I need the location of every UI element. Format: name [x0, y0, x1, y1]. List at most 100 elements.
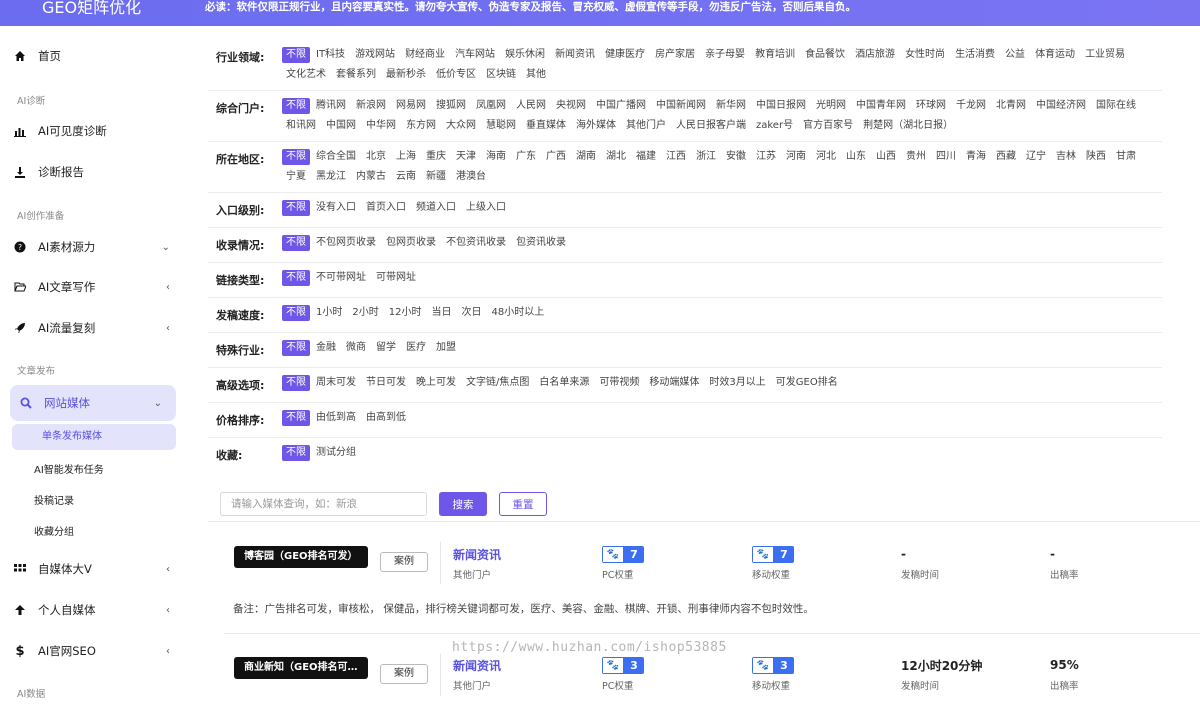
filter-option-selected[interactable]: 不限 [282, 305, 310, 321]
filter-option[interactable]: 中华网 [362, 118, 400, 134]
filter-option[interactable]: 四川 [932, 149, 960, 165]
sidebar-item-personal-media[interactable]: 个人自媒体 ‹ [0, 590, 184, 630]
filter-option[interactable]: 低价专区 [432, 67, 480, 83]
filter-option-selected[interactable]: 不限 [282, 445, 310, 461]
filter-option[interactable]: 垂直媒体 [522, 118, 570, 134]
filter-option[interactable]: 包资讯收录 [512, 235, 570, 251]
filter-option[interactable]: 西藏 [992, 149, 1020, 165]
sidebar-item-traffic[interactable]: AI流量复刻 ‹ [0, 308, 184, 348]
filter-option-selected[interactable]: 不限 [282, 375, 310, 391]
filter-option[interactable]: 河南 [782, 149, 810, 165]
filter-option[interactable]: 其他 [522, 67, 550, 83]
filter-option[interactable]: 微商 [342, 340, 370, 356]
filter-option[interactable]: 山西 [872, 149, 900, 165]
filter-option[interactable]: 大众网 [442, 118, 480, 134]
filter-option[interactable]: 频道入口 [412, 200, 460, 216]
filter-option[interactable]: 娱乐休闲 [501, 47, 549, 63]
search-button[interactable]: 搜索 [439, 492, 487, 516]
filter-option-selected[interactable]: 不限 [282, 200, 310, 216]
filter-option[interactable]: 辽宁 [1022, 149, 1050, 165]
sidebar-item-home[interactable]: 首页 [0, 36, 184, 76]
filter-option[interactable]: 酒店旅游 [851, 47, 899, 63]
filter-option[interactable]: 搜狐网 [432, 98, 470, 114]
filter-option[interactable]: 中国青年网 [852, 98, 910, 114]
filter-option[interactable]: 可带网址 [372, 270, 420, 286]
filter-option[interactable]: 12小时 [385, 305, 426, 321]
filter-option[interactable]: 游戏网站 [351, 47, 399, 63]
filter-option[interactable]: zaker号 [752, 118, 797, 134]
filter-option[interactable]: 1小时 [312, 305, 346, 321]
filter-option[interactable]: 可带视频 [595, 375, 643, 391]
filter-option[interactable]: 周末可发 [312, 375, 360, 391]
filter-option[interactable]: 不包资讯收录 [442, 235, 510, 251]
filter-option[interactable]: 加盟 [432, 340, 460, 356]
filter-option[interactable]: 房产家居 [651, 47, 699, 63]
sidebar-subitem-single-publish[interactable]: 单条发布媒体 [12, 424, 176, 450]
filter-option[interactable]: 新华网 [712, 98, 750, 114]
filter-option[interactable]: 宁夏 [282, 169, 310, 185]
filter-option[interactable]: 由低到高 [312, 410, 360, 426]
filter-option[interactable]: 黑龙江 [312, 169, 350, 185]
filter-option[interactable]: IT科技 [312, 47, 349, 63]
filter-option[interactable]: 河北 [812, 149, 840, 165]
filter-option[interactable]: 甘肃 [1112, 149, 1140, 165]
filter-option[interactable]: 金融 [312, 340, 340, 356]
reset-button[interactable]: 重置 [499, 492, 547, 516]
filter-option[interactable]: 环球网 [912, 98, 950, 114]
filter-option[interactable]: 上海 [392, 149, 420, 165]
filter-option[interactable]: 湖南 [572, 149, 600, 165]
filter-option-selected[interactable]: 不限 [282, 47, 310, 63]
app-logo[interactable]: GEO矩阵优化 [42, 0, 141, 26]
filter-option-selected[interactable]: 不限 [282, 340, 310, 356]
case-button[interactable]: 案例 [380, 552, 428, 572]
sidebar-item-material[interactable]: ? AI素材源力 ⌄ [0, 227, 184, 267]
filter-option[interactable]: 国际在线 [1092, 98, 1140, 114]
filter-option[interactable]: 重庆 [422, 149, 450, 165]
filter-option[interactable]: 当日 [427, 305, 455, 321]
filter-option[interactable]: 港澳台 [452, 169, 490, 185]
filter-option[interactable]: 网易网 [392, 98, 430, 114]
filter-option[interactable]: 汽车网站 [451, 47, 499, 63]
media-name-tag[interactable]: 博客园（GEO排名可发） [234, 546, 368, 568]
filter-option[interactable]: 节日可发 [362, 375, 410, 391]
filter-option[interactable]: 广东 [512, 149, 540, 165]
filter-option[interactable]: 白名单来源 [535, 375, 593, 391]
filter-option[interactable]: 不包网页收录 [312, 235, 380, 251]
filter-option[interactable]: 留学 [372, 340, 400, 356]
filter-option[interactable]: 测试分组 [312, 445, 360, 461]
sidebar-subitem-favorites[interactable]: 收藏分组 [34, 523, 74, 538]
sidebar-item-visibility[interactable]: AI可见度诊断 [0, 111, 184, 151]
filter-option[interactable]: 江西 [662, 149, 690, 165]
filter-option[interactable]: 人民网 [512, 98, 550, 114]
filter-option[interactable]: 荆楚网（湖北日报） [859, 118, 957, 134]
filter-option[interactable]: 女性时尚 [901, 47, 949, 63]
filter-option[interactable]: 食品餐饮 [801, 47, 849, 63]
filter-option[interactable]: 时效3月以上 [705, 375, 769, 391]
filter-option[interactable]: 财经商业 [401, 47, 449, 63]
filter-option[interactable]: 北青网 [992, 98, 1030, 114]
category-link[interactable]: 新闻资讯 [453, 545, 501, 563]
filter-option[interactable]: 福建 [632, 149, 660, 165]
filter-option[interactable]: 中国广播网 [592, 98, 650, 114]
filter-option[interactable]: 生活消费 [951, 47, 999, 63]
filter-option-selected[interactable]: 不限 [282, 149, 310, 165]
filter-option[interactable]: 上级入口 [462, 200, 510, 216]
filter-option[interactable]: 凤凰网 [472, 98, 510, 114]
filter-option[interactable]: 和讯网 [282, 118, 320, 134]
filter-option[interactable]: 天津 [452, 149, 480, 165]
filter-option[interactable]: 浙江 [692, 149, 720, 165]
filter-option[interactable]: 中国日报网 [752, 98, 810, 114]
filter-option[interactable]: 湖北 [602, 149, 630, 165]
filter-option[interactable]: 次日 [457, 305, 485, 321]
filter-option[interactable]: 内蒙古 [352, 169, 390, 185]
filter-option[interactable]: 北京 [362, 149, 390, 165]
filter-option[interactable]: 套餐系列 [332, 67, 380, 83]
filter-option[interactable]: 慧聪网 [482, 118, 520, 134]
filter-option[interactable]: 新浪网 [352, 98, 390, 114]
filter-option[interactable]: 工业贸易 [1081, 47, 1129, 63]
sidebar-item-official-seo[interactable]: $ AI官网SEO ‹ [0, 631, 184, 671]
filter-option[interactable]: 新疆 [422, 169, 450, 185]
filter-option[interactable]: 海南 [482, 149, 510, 165]
filter-option[interactable]: 新闻资讯 [551, 47, 599, 63]
filter-option[interactable]: 体育运动 [1031, 47, 1079, 63]
